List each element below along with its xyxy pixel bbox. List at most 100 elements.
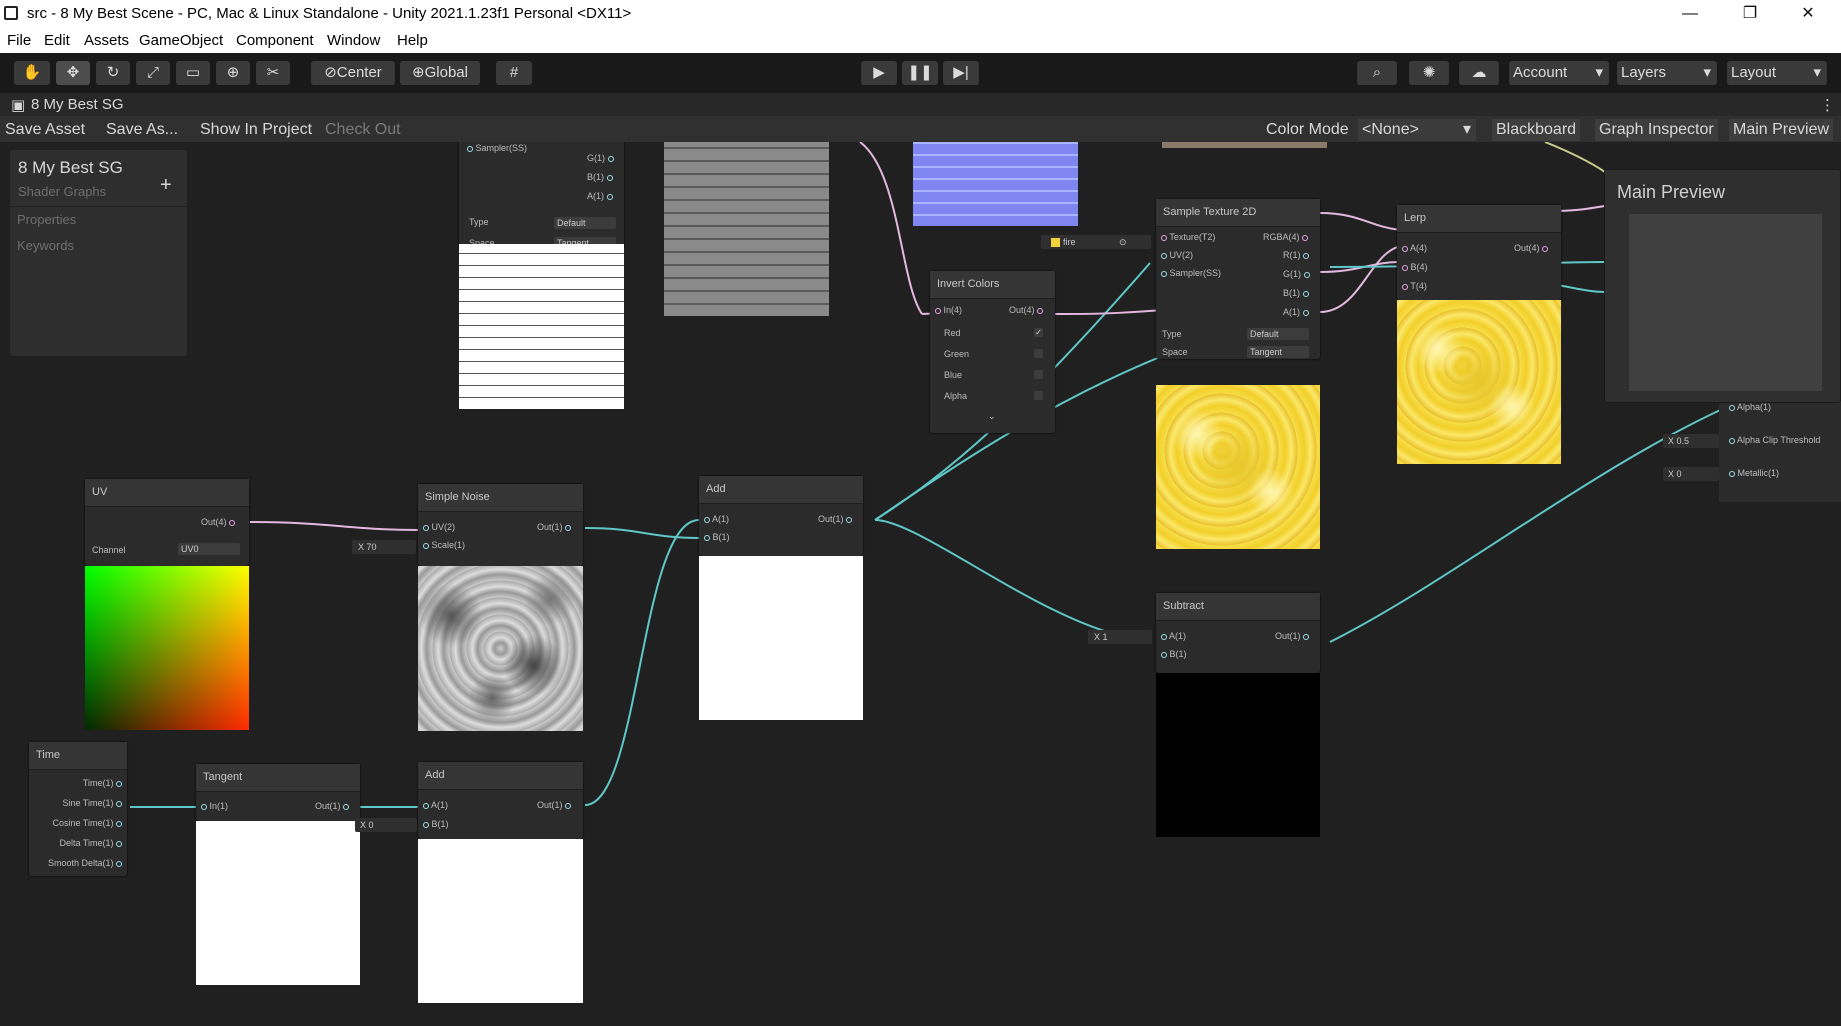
port-icon[interactable] xyxy=(116,800,122,807)
step-button[interactable]: ▶| xyxy=(943,61,979,85)
grid-snap-icon[interactable]: # xyxy=(496,61,532,85)
normal-sample-node[interactable]: Sampler(SS) G(1) B(1) A(1) Type Default … xyxy=(459,142,624,249)
port-icon[interactable] xyxy=(606,174,613,181)
simple-noise-node[interactable]: Simple Noise UV(2) Scale(1) Out(1) xyxy=(418,484,583,566)
port-icon[interactable] xyxy=(1303,271,1310,278)
port-icon[interactable] xyxy=(846,516,853,523)
rect-tool-icon[interactable]: ▭ xyxy=(176,61,210,85)
type-dropdown[interactable]: Default xyxy=(1247,328,1309,340)
cloud-icon[interactable]: ☁ xyxy=(1459,61,1499,85)
red-checkbox[interactable]: ✓ xyxy=(1034,328,1043,337)
color-mode-dropdown[interactable]: <None> ▾ xyxy=(1358,119,1476,141)
pause-button[interactable]: ❚❚ xyxy=(902,61,938,85)
graph-canvas[interactable]: 8 My Best SG Shader Graphs + Properties … xyxy=(0,142,1841,1026)
minimize-button[interactable]: — xyxy=(1665,0,1715,28)
sample-texture-2d-node[interactable]: Sample Texture 2D Texture(T2) UV(2) Samp… xyxy=(1156,199,1320,359)
port-icon[interactable] xyxy=(704,516,710,523)
maximize-button[interactable]: ❐ xyxy=(1725,0,1775,28)
target-icon[interactable]: ⊙ xyxy=(1119,235,1127,249)
tab-title[interactable]: 8 My Best SG xyxy=(31,96,124,113)
save-as-button[interactable]: Save As... xyxy=(106,119,178,141)
properties-section[interactable]: Properties xyxy=(17,212,76,227)
port-icon[interactable] xyxy=(423,821,429,828)
port-icon[interactable] xyxy=(1729,437,1735,444)
transform-tool-icon[interactable]: ⊕ xyxy=(216,61,250,85)
scale-tool-icon[interactable]: ⤢ xyxy=(136,61,170,85)
tangent-node[interactable]: Tangent In(1) Out(1) xyxy=(196,764,360,821)
menu-component[interactable]: Component xyxy=(236,32,314,49)
uv-node[interactable]: UV Out(4) Channel UV0 xyxy=(85,479,249,566)
collapse-chevron-icon[interactable]: ⌄ xyxy=(988,411,996,422)
check-out-button[interactable]: Check Out xyxy=(325,119,401,141)
custom-tool-icon[interactable]: ✂ xyxy=(256,61,290,85)
layers-dropdown[interactable]: Layers ▾ xyxy=(1617,61,1717,85)
port-icon[interactable] xyxy=(1303,252,1310,259)
menu-help[interactable]: Help xyxy=(397,32,428,49)
port-icon[interactable] xyxy=(467,145,473,152)
port-icon[interactable] xyxy=(423,524,429,531)
pivot-global-button[interactable]: ⊕Global xyxy=(400,61,480,85)
main-preview-viewport[interactable] xyxy=(1629,214,1822,391)
invert-colors-node[interactable]: Invert Colors In(4) Out(4) Red ✓ Green B… xyxy=(930,271,1055,433)
green-checkbox[interactable] xyxy=(1034,349,1043,358)
move-tool-icon[interactable]: ✥ xyxy=(56,61,90,85)
alpha-checkbox[interactable] xyxy=(1034,391,1043,400)
fire-texture-property[interactable]: fire ⊙ xyxy=(1041,235,1151,249)
add-b-field[interactable]: X 0 xyxy=(355,818,417,832)
main-preview-window[interactable]: Main Preview xyxy=(1604,169,1841,403)
port-icon[interactable] xyxy=(1302,234,1309,241)
main-preview-toggle[interactable]: Main Preview xyxy=(1729,119,1834,141)
port-icon[interactable] xyxy=(423,802,429,809)
save-asset-button[interactable]: Save Asset xyxy=(5,119,85,141)
account-dropdown[interactable]: Account ▾ xyxy=(1509,61,1609,85)
subtract-a-field[interactable]: X 1 xyxy=(1088,630,1152,644)
close-button[interactable]: ✕ xyxy=(1783,0,1833,28)
port-icon[interactable] xyxy=(935,307,941,314)
alpha-clip-field[interactable]: X 0.5 xyxy=(1663,434,1719,448)
subtract-node[interactable]: Subtract A(1) B(1) Out(1) xyxy=(1156,593,1320,673)
hand-tool-icon[interactable]: ✋ xyxy=(14,61,50,85)
port-icon[interactable] xyxy=(116,820,122,827)
port-icon[interactable] xyxy=(1303,633,1310,640)
port-icon[interactable] xyxy=(229,519,236,526)
lerp-node[interactable]: Lerp A(4) B(4) T(4) Out(4) xyxy=(1397,205,1561,300)
time-node[interactable]: Time Time(1) Sine Time(1) Cosine Time(1)… xyxy=(29,742,127,876)
keywords-section[interactable]: Keywords xyxy=(17,238,74,253)
add-node-2[interactable]: Add A(1) B(1) Out(1) xyxy=(418,762,583,839)
menu-file[interactable]: File xyxy=(7,32,31,49)
port-icon[interactable] xyxy=(1542,245,1549,252)
menu-window[interactable]: Window xyxy=(327,32,380,49)
menu-assets[interactable]: Assets xyxy=(84,32,129,49)
pivot-center-button[interactable]: ⊘Center xyxy=(311,61,395,85)
tab-menu-icon[interactable]: ⋮ xyxy=(1820,96,1835,114)
add-property-button[interactable]: + xyxy=(160,174,172,197)
type-dropdown[interactable]: Default xyxy=(554,217,616,229)
port-icon[interactable] xyxy=(116,860,122,867)
port-icon[interactable] xyxy=(565,802,572,809)
play-button[interactable]: ▶ xyxy=(861,61,897,85)
blackboard-toggle[interactable]: Blackboard xyxy=(1492,119,1581,141)
port-icon[interactable] xyxy=(201,803,207,810)
search-icon[interactable]: ⌕ xyxy=(1357,61,1397,85)
port-icon[interactable] xyxy=(1302,309,1309,316)
port-icon[interactable] xyxy=(1161,651,1167,658)
menu-edit[interactable]: Edit xyxy=(44,32,70,49)
port-icon[interactable] xyxy=(1729,470,1735,477)
rotate-tool-icon[interactable]: ↻ xyxy=(96,61,130,85)
port-icon[interactable] xyxy=(704,534,710,541)
port-icon[interactable] xyxy=(1037,307,1044,314)
port-icon[interactable] xyxy=(1402,283,1408,290)
show-in-project-button[interactable]: Show In Project xyxy=(200,119,312,141)
port-icon[interactable] xyxy=(1729,404,1735,411)
metallic-field[interactable]: X 0 xyxy=(1663,467,1719,481)
graph-inspector-toggle[interactable]: Graph Inspector xyxy=(1595,119,1718,141)
port-icon[interactable] xyxy=(116,840,122,847)
port-icon[interactable] xyxy=(423,542,429,549)
scale-field[interactable]: X 70 xyxy=(352,540,416,554)
channel-dropdown[interactable]: UV0 xyxy=(178,543,240,555)
port-icon[interactable] xyxy=(1161,633,1167,640)
port-icon[interactable] xyxy=(1302,290,1309,297)
port-icon[interactable] xyxy=(1161,252,1167,259)
port-icon[interactable] xyxy=(1402,264,1408,271)
port-icon[interactable] xyxy=(607,155,614,162)
